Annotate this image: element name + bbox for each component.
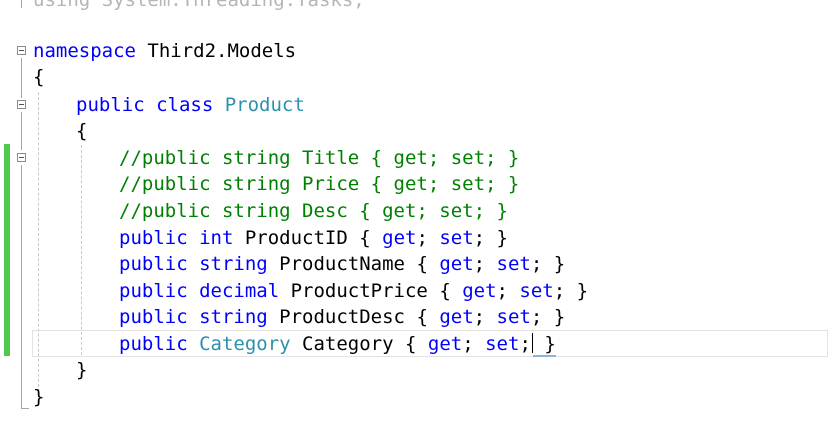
get-keyword: get <box>439 306 474 328</box>
property-name: Category <box>290 333 405 355</box>
property-name: ProductName <box>267 253 417 275</box>
code-line-comment-price[interactable]: //public string Price { get; set; } <box>119 171 519 197</box>
brace: } <box>76 359 88 381</box>
accessor-close: } <box>532 333 556 357</box>
namespace-name: Third2.Models <box>135 40 297 62</box>
accessor-open: { <box>416 253 440 275</box>
fold-comment-icon[interactable] <box>17 153 26 162</box>
get-keyword: get <box>427 333 463 355</box>
fold-line-top <box>21 0 22 8</box>
code-line-class[interactable]: public class Product <box>76 92 305 118</box>
get-keyword: get <box>382 227 417 249</box>
type-name: Category <box>199 333 291 355</box>
fold-line-body <box>21 165 22 408</box>
get-keyword: get <box>462 280 497 302</box>
class-modifiers: public class <box>76 94 214 116</box>
fold-line-namespace <box>21 58 22 98</box>
brace: } <box>33 386 45 408</box>
class-name: Product <box>224 94 305 116</box>
set-keyword: set <box>485 333 520 355</box>
accessor-close: ; } <box>473 227 508 249</box>
set-keyword: set <box>439 227 474 249</box>
code-line-product-id[interactable]: public int ProductID { get; set; } <box>119 225 508 251</box>
code-line-ns-close[interactable]: } <box>33 384 44 410</box>
fold-line-class <box>21 112 22 150</box>
code-editor[interactable]: using System.Threading.Tasks; namespace … <box>0 0 828 421</box>
get-keyword: get <box>439 253 474 275</box>
accessor-sep: ; <box>473 253 497 275</box>
code-line-ns-open[interactable]: { <box>33 64 44 90</box>
code-line-class-close[interactable]: } <box>76 357 87 383</box>
property-name: ProductDesc <box>267 306 417 328</box>
property-name: ProductPrice <box>279 280 440 302</box>
code-line-comment-title[interactable]: //public string Title { get; set; } <box>119 145 519 171</box>
fold-class-icon[interactable] <box>17 100 26 109</box>
namespace-keyword: namespace <box>33 40 136 62</box>
set-keyword: set <box>519 280 554 302</box>
set-keyword: set <box>496 253 531 275</box>
code-line-namespace[interactable]: namespace Third2.Models <box>33 38 296 64</box>
code-line-product-desc[interactable]: public string ProductDesc { get; set; } <box>119 304 565 330</box>
brace: { <box>33 66 45 88</box>
modifier: public decimal <box>119 280 280 302</box>
code-line-product-price[interactable]: public decimal ProductPrice { get; set; … <box>119 278 588 304</box>
code-line-category[interactable]: public Category Category { get; set; } <box>119 331 556 357</box>
property-name: ProductID <box>233 227 360 249</box>
accessor-sep: ; <box>473 306 497 328</box>
semicolon: ; <box>519 333 531 355</box>
modifier: public int <box>119 227 234 249</box>
code-line-product-name[interactable]: public string ProductName { get; set; } <box>119 251 565 277</box>
code-line-using[interactable]: using System.Threading.Tasks; <box>33 0 365 13</box>
accessor-sep: ; <box>496 280 520 302</box>
code-line-class-open[interactable]: { <box>76 118 87 144</box>
code-line-comment-desc[interactable]: //public string Desc { get; set; } <box>119 198 508 224</box>
fold-end-mark <box>21 408 29 409</box>
accessor-close: ; } <box>530 306 566 328</box>
set-keyword: set <box>496 306 531 328</box>
indent-guide <box>81 145 82 355</box>
accessor-sep: ; <box>462 333 486 355</box>
fold-namespace-icon[interactable] <box>17 46 26 55</box>
accessor-close: ; } <box>530 253 566 275</box>
accessor-sep: ; <box>416 227 440 249</box>
accessor-open: { <box>359 227 383 249</box>
accessor-open: { <box>416 306 440 328</box>
modifier: public <box>119 333 188 355</box>
accessor-open: { <box>439 280 463 302</box>
modifier: public string <box>119 253 268 275</box>
accessor-close: ; } <box>553 280 589 302</box>
accessor-open: { <box>405 333 428 355</box>
change-indicator-bar <box>4 144 10 356</box>
brace: { <box>76 120 88 142</box>
modifier: public string <box>119 306 268 328</box>
